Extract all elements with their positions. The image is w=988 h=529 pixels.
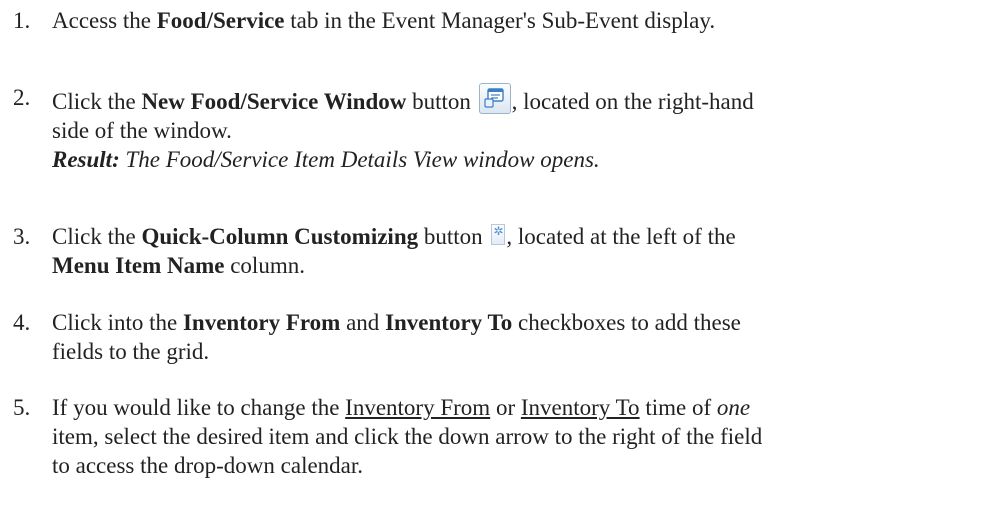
button-name: Quick-Column Customizing (141, 224, 419, 249)
result-line: Result: The Food/Service Item Details Vi… (52, 145, 952, 174)
text: and (340, 310, 386, 335)
text: Click into the (52, 310, 183, 335)
result-label: Result: (52, 147, 120, 172)
step-line: If you would like to change the Inventor… (52, 393, 952, 422)
text: button (406, 89, 477, 114)
new-window-icon[interactable] (478, 83, 511, 114)
text: Click the (52, 224, 142, 249)
text: time of (639, 395, 717, 420)
text: checkboxes to add these (512, 310, 741, 335)
text: tab in the Event Manager's Sub-Event dis… (284, 8, 716, 33)
step-line: Menu Item Name column. (52, 251, 952, 280)
column-name: Menu Item Name (52, 253, 225, 278)
step-number: 1. (13, 8, 31, 33)
text: or (490, 395, 521, 420)
instruction-steps: 1. Access the Food/Service tab in the Ev… (0, 0, 988, 529)
step-line: side of the window. (52, 118, 232, 143)
text: If you would like to change the (52, 395, 346, 420)
quick-column-icon[interactable]: ✲ (491, 224, 506, 245)
step-text: Click into the Inventory From and Invent… (52, 308, 952, 366)
step-line: Click the New Food/Service Window button… (52, 83, 952, 116)
emphasis: one (716, 395, 751, 420)
step-text: Click the Quick-Column Customizing butto… (52, 222, 952, 280)
text: column. (224, 253, 305, 278)
text: Access the (52, 8, 157, 33)
field-name: Inventory From (345, 395, 491, 420)
text: , located on the right-hand (511, 89, 754, 114)
text: , located at the left of the (506, 224, 736, 249)
step-line: fields to the grid. (52, 339, 210, 364)
field-name: Inventory To (520, 395, 640, 420)
step-number: 4. (13, 310, 31, 335)
text: Click the (52, 89, 142, 114)
result-text: The Food/Service Item Details View windo… (119, 147, 600, 172)
step-line: Click the Quick-Column Customizing butto… (52, 222, 952, 251)
field-name: Inventory To (385, 310, 513, 335)
text: button (418, 224, 489, 249)
step-number: 2. (13, 85, 31, 110)
button-name: New Food/Service Window (141, 89, 407, 114)
step-line: to access the drop-down calendar. (52, 453, 364, 478)
step-line: item, select the desired item and click … (52, 424, 763, 449)
step-text: Access the Food/Service tab in the Event… (52, 6, 952, 35)
step-number: 3. (13, 224, 31, 249)
field-name: Inventory From (182, 310, 341, 335)
step-text: Click the New Food/Service Window button… (52, 83, 952, 174)
step-number: 5. (13, 395, 31, 420)
tab-name: Food/Service (156, 8, 285, 33)
step-line: Click into the Inventory From and Invent… (52, 308, 952, 337)
step-text: If you would like to change the Inventor… (52, 393, 952, 480)
